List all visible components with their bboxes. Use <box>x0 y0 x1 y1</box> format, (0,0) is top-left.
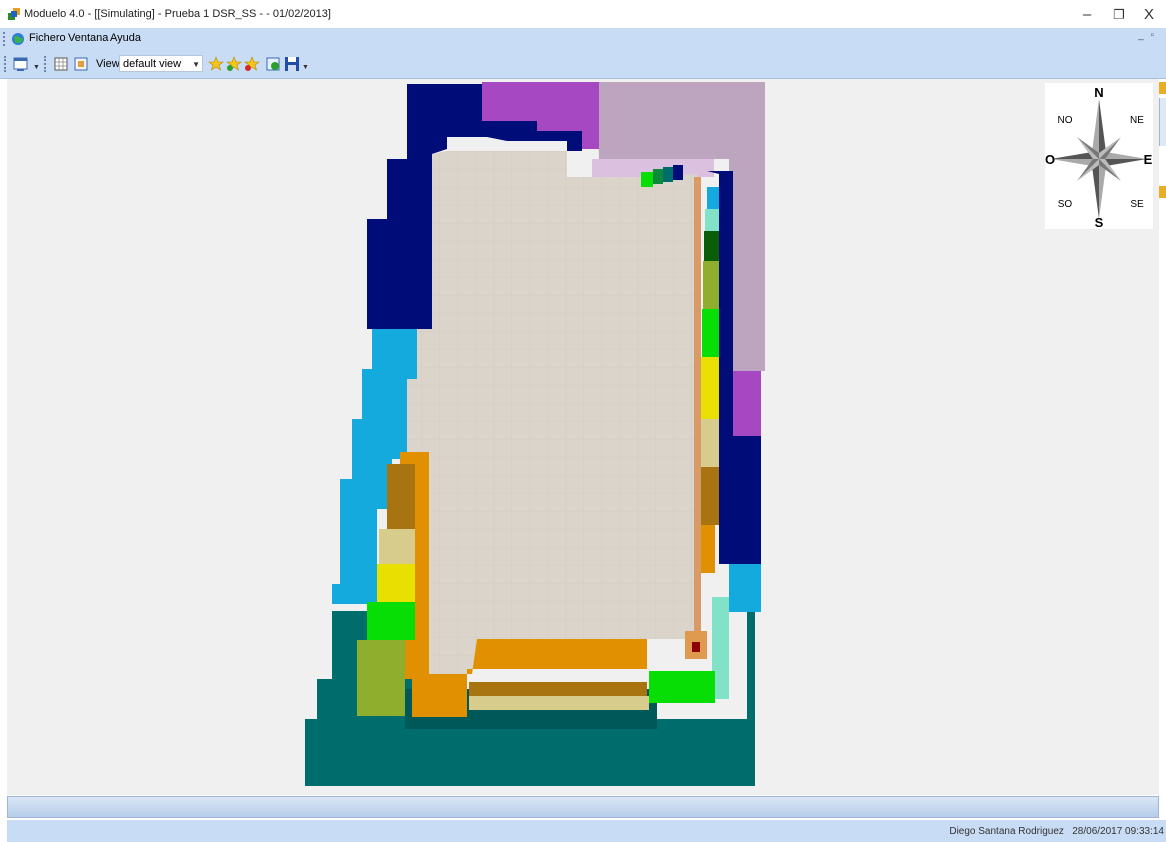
terrain-brown-stripe <box>469 682 647 696</box>
window-titlebar: Moduelo 4.0 - [[Simulating] - Prueba 1 D… <box>0 0 1166 28</box>
terrain-brown-left <box>387 464 415 529</box>
terrain-orange-right <box>694 177 701 637</box>
toolbar-grip[interactable] <box>4 56 8 72</box>
toolbar-overflow-icon[interactable]: ▼ <box>302 64 309 71</box>
terrain-orange-right-block <box>701 525 715 573</box>
mdi-window-controls[interactable]: _ ▫ <box>1138 30 1156 41</box>
compass-e: E <box>1144 152 1153 167</box>
view-select[interactable]: default view ▼ <box>119 55 203 72</box>
terrain-olive-left <box>357 640 405 716</box>
menu-ventana[interactable]: Ventana <box>68 32 108 44</box>
status-datetime: 28/06/2017 09:33:14 <box>1072 826 1164 837</box>
terrain-khaki-right <box>701 419 719 467</box>
chevron-down-icon: ▼ <box>192 60 200 69</box>
terrain-khaki-left <box>379 529 415 564</box>
terrain-yellow-left <box>377 564 415 602</box>
compass-rose: N NE E SE S SO O NO <box>1045 83 1153 230</box>
terrain-green-right <box>702 309 719 357</box>
compass-no: NO <box>1058 115 1073 126</box>
terrain-mint-right <box>705 209 719 231</box>
terrain-green-left <box>367 602 415 640</box>
add-star-icon[interactable] <box>225 55 243 73</box>
progress-bar <box>7 796 1159 818</box>
terrain-yellow-right <box>701 357 719 419</box>
side-panel-button-1[interactable] <box>1159 82 1166 94</box>
terrain-cyan-right <box>729 564 761 612</box>
terrain-green-bottom-right <box>649 671 715 703</box>
app-icon <box>8 8 20 20</box>
model-3d-view[interactable] <box>7 79 1159 795</box>
terrain-purple-right <box>729 371 761 436</box>
globe-icon <box>12 33 24 45</box>
terrain-green-top <box>641 172 653 187</box>
menu-ayuda[interactable]: Ayuda <box>110 32 141 44</box>
terrain-darkgreen-right <box>704 231 719 261</box>
remove-star-icon[interactable] <box>243 55 261 73</box>
compass-o: O <box>1045 152 1055 167</box>
toolbar-grip-2[interactable] <box>44 56 48 72</box>
terrain-navy-right-lower <box>729 436 761 564</box>
frame-icon[interactable] <box>72 55 90 73</box>
terrain-khaki-stripe <box>469 696 649 710</box>
grid-icon[interactable] <box>52 55 70 73</box>
status-bar: Diego Santana Rodriguez 28/06/2017 09:33… <box>7 820 1166 842</box>
terrain-teal-top <box>663 167 673 182</box>
compass-se: SE <box>1130 199 1144 210</box>
terrain-brown-right <box>701 467 719 525</box>
refresh-icon[interactable] <box>264 55 282 73</box>
restore-button[interactable]: ❐ <box>1102 4 1136 26</box>
window-title: Moduelo 4.0 - [[Simulating] - Prueba 1 D… <box>24 8 331 20</box>
menu-fichero[interactable]: Fichero <box>29 32 66 44</box>
side-panel-button-2[interactable] <box>1159 186 1166 198</box>
menu-bar: Fichero Ventana Ayuda _ ▫ <box>0 28 1166 50</box>
close-button[interactable]: X <box>1132 4 1166 26</box>
model-viewport[interactable]: N NE E SE S SO O NO <box>7 79 1159 795</box>
status-info: Diego Santana Rodriguez 28/06/2017 09:33… <box>949 826 1164 837</box>
terrain-cyan-right-block <box>707 187 719 209</box>
terrain-darkred-marker <box>692 642 700 652</box>
beige-grid-overlay <box>407 151 697 674</box>
toolbar: ▼ View: default view ▼ ▼ <box>0 50 1166 79</box>
compass-rose-icon: N NE E SE S SO O NO <box>1045 85 1153 230</box>
compass-so: SO <box>1058 199 1073 210</box>
view-select-value: default view <box>123 58 182 70</box>
menubar-grip[interactable] <box>3 32 7 46</box>
star-icon[interactable] <box>207 55 225 73</box>
new-window-icon[interactable] <box>12 55 30 73</box>
terrain-navy-top <box>673 165 683 180</box>
dropdown-arrow-icon[interactable]: ▼ <box>33 64 40 71</box>
side-panel-tab[interactable] <box>1159 98 1166 146</box>
compass-s: S <box>1095 215 1104 229</box>
save-icon[interactable] <box>283 55 301 73</box>
terrain-olive-right <box>703 261 719 309</box>
terrain-darkgreen-top <box>653 169 663 184</box>
minimize-button[interactable]: – <box>1070 4 1104 26</box>
status-user: Diego Santana Rodriguez <box>949 826 1064 837</box>
compass-ne: NE <box>1130 115 1144 126</box>
compass-n: N <box>1094 85 1103 100</box>
